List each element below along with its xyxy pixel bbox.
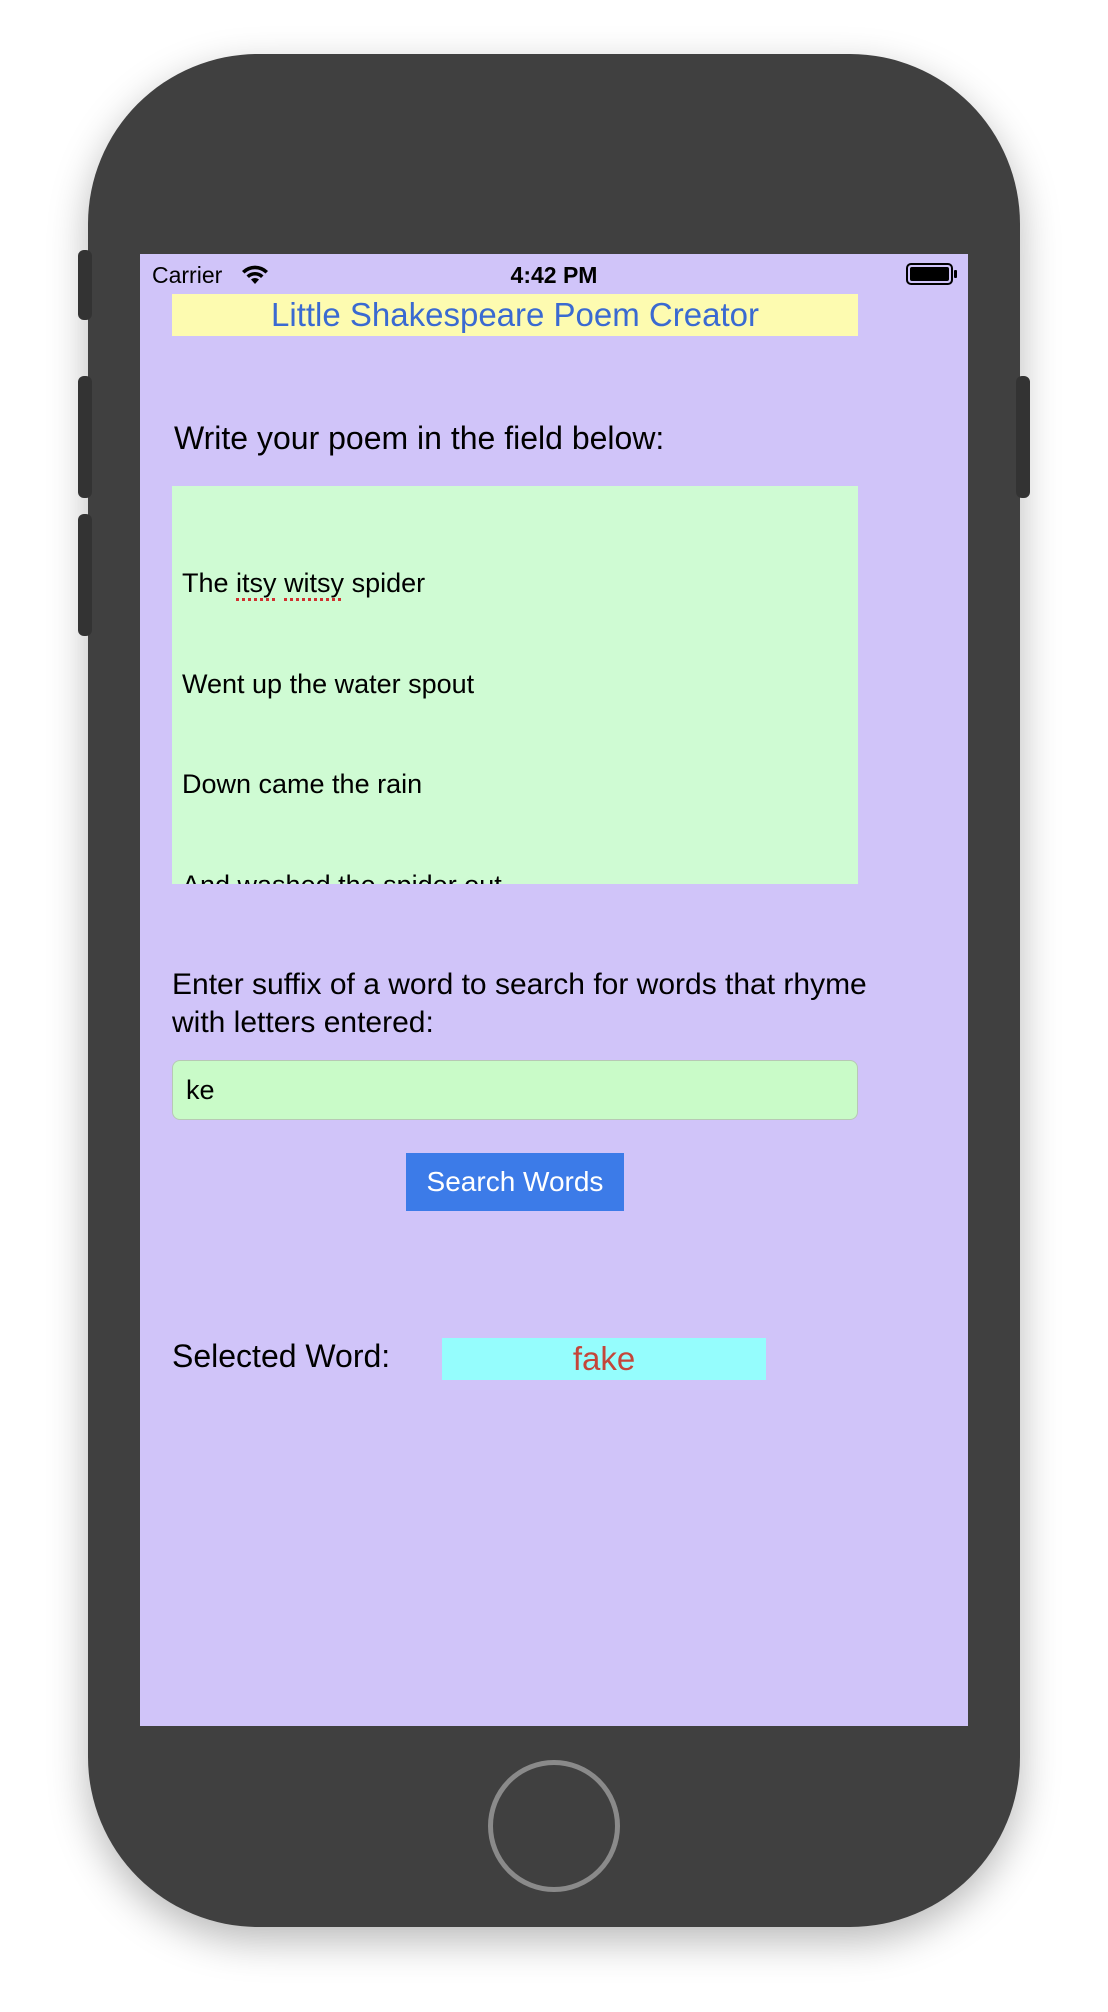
- poem-text-area[interactable]: The itsy witsy spider Went up the water …: [172, 486, 858, 884]
- app-screen: Carrier 4:42 PM Little Shakespeare Poem …: [140, 254, 968, 1726]
- misspelled-word[interactable]: witsy: [284, 568, 344, 598]
- search-words-button[interactable]: Search Words: [406, 1153, 624, 1211]
- app-title: Little Shakespeare Poem Creator: [172, 294, 858, 336]
- poem-label: Write your poem in the field below:: [174, 420, 665, 456]
- silent-switch: [78, 250, 92, 320]
- selected-word-label: Selected Word:: [172, 1338, 391, 1374]
- volume-up-button: [78, 376, 92, 498]
- poem-line-3: Down came the rain: [182, 769, 423, 799]
- selected-word-value: fake: [442, 1338, 766, 1380]
- power-button: [1016, 376, 1030, 498]
- suffix-input[interactable]: [172, 1060, 858, 1120]
- home-button[interactable]: [488, 1760, 620, 1892]
- suffix-label: Enter suffix of a word to search for wor…: [172, 968, 867, 1039]
- status-bar: Carrier 4:42 PM: [140, 254, 968, 294]
- battery-icon: [906, 263, 957, 285]
- volume-down-button: [78, 514, 92, 636]
- poem-line-2: Went up the water spout: [182, 668, 475, 699]
- poem-line-4: And washed the spider out: [182, 869, 848, 885]
- poem-line-1: The itsy witsy spider: [182, 568, 426, 598]
- status-time: 4:42 PM: [510, 262, 598, 288]
- misspelled-word[interactable]: itsy: [236, 568, 277, 598]
